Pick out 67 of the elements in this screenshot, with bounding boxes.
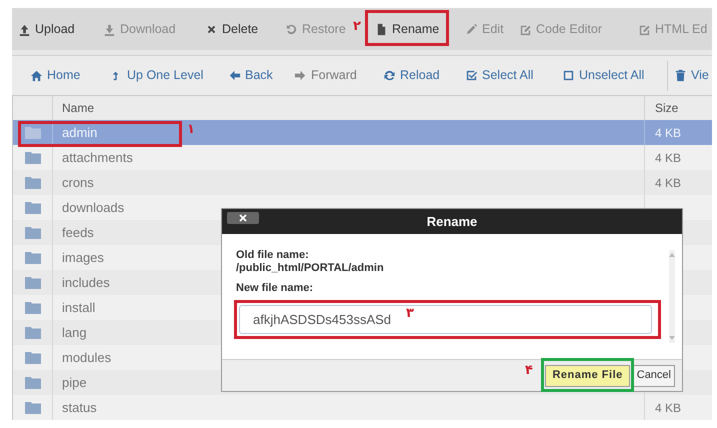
delete-button[interactable]: Delete bbox=[199, 14, 279, 44]
undo-icon bbox=[285, 22, 298, 36]
file-name: images bbox=[62, 250, 104, 265]
folder-icon bbox=[24, 126, 40, 139]
file-name: includes bbox=[62, 274, 110, 290]
toolbar-button[interactable]: Upload bbox=[12, 14, 97, 44]
folder-icon bbox=[24, 151, 40, 164]
folder-icon bbox=[24, 376, 40, 389]
field-label: New file name: bbox=[236, 282, 314, 295]
folder-icon bbox=[24, 351, 40, 364]
checkbox-icon bbox=[465, 69, 478, 82]
file-name: attachments bbox=[62, 150, 133, 165]
step-number: ۲ bbox=[353, 19, 361, 35]
scrollbar[interactable] bbox=[669, 250, 675, 343]
close-button[interactable] bbox=[227, 212, 259, 224]
file-size: 4 KB bbox=[655, 150, 682, 166]
close-icon bbox=[239, 214, 247, 222]
folder-icon bbox=[24, 176, 40, 189]
file-size: 4 KB bbox=[655, 174, 682, 192]
pencil-icon bbox=[465, 22, 478, 36]
file-name: admin bbox=[62, 124, 98, 140]
checkbox-icon bbox=[562, 69, 575, 82]
trash-icon bbox=[674, 69, 687, 82]
home-icon bbox=[30, 69, 43, 82]
file-size: 4 KB bbox=[655, 124, 682, 142]
file-name: feeds bbox=[62, 224, 94, 240]
download-icon bbox=[103, 22, 116, 36]
table-row[interactable]: crons 4 KB bbox=[13, 170, 712, 195]
file-name: downloads bbox=[62, 200, 124, 215]
step-number: ۱ bbox=[187, 122, 195, 138]
file-name: crons bbox=[62, 174, 94, 190]
cancel-button[interactable]: Cancel bbox=[632, 364, 675, 386]
folder-icon bbox=[24, 201, 40, 214]
file-icon bbox=[375, 22, 388, 36]
folder-icon bbox=[24, 251, 40, 264]
up-arrow-icon[interactable] bbox=[669, 253, 675, 257]
nav-button[interactable]: Home bbox=[24, 60, 104, 90]
column-header[interactable]: Name bbox=[62, 101, 94, 115]
nav-button[interactable]: Back bbox=[222, 60, 288, 90]
step-number: ۴ bbox=[525, 363, 533, 379]
upload-icon bbox=[18, 22, 31, 36]
folder-icon bbox=[24, 301, 40, 314]
folder-icon bbox=[24, 401, 40, 414]
folder-icon bbox=[24, 326, 40, 339]
left-arrow-icon bbox=[228, 69, 241, 82]
file-name: modules bbox=[62, 350, 112, 365]
nav-button[interactable]: Unselect All bbox=[556, 60, 667, 90]
file-size: 4 KB bbox=[655, 400, 682, 416]
down-arrow-icon[interactable] bbox=[669, 336, 675, 340]
field-label: Old file name: bbox=[236, 249, 310, 262]
rename-file-button[interactable]: Rename File bbox=[545, 364, 630, 386]
folder-icon bbox=[24, 276, 40, 289]
nav-button[interactable]: Select All bbox=[459, 60, 556, 90]
toolbar-button[interactable]: Rename bbox=[369, 14, 459, 44]
nav-button[interactable]: Up One Level bbox=[104, 60, 222, 90]
nav-button[interactable]: Vie bbox=[667, 60, 712, 90]
nav-button[interactable]: Reload bbox=[377, 60, 459, 90]
refresh-icon bbox=[383, 69, 396, 82]
step-number: ۳ bbox=[406, 306, 414, 322]
column-header[interactable]: Size bbox=[655, 99, 678, 117]
file-name: lang bbox=[62, 324, 87, 340]
old-file-path: /public_html/PORTAL/admin bbox=[236, 262, 385, 275]
folder-icon bbox=[24, 226, 40, 239]
file-name: install bbox=[62, 300, 96, 315]
file-name: status bbox=[62, 400, 97, 415]
file-name: pipe bbox=[62, 374, 87, 390]
right-arrow-icon bbox=[294, 69, 307, 82]
